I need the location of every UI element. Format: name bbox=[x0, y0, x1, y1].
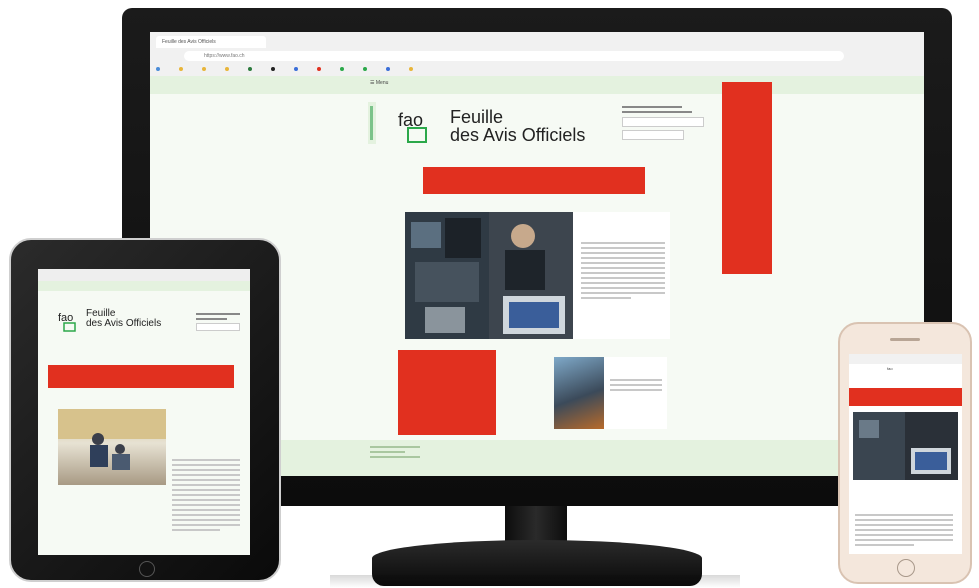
secondary-article-photo bbox=[554, 357, 604, 429]
tablet-article-excerpt bbox=[172, 459, 240, 534]
bookmark-item[interactable] bbox=[409, 65, 416, 73]
secondary-article-card[interactable] bbox=[554, 357, 667, 429]
people-photo-icon bbox=[58, 409, 166, 470]
phone-browser-bar bbox=[849, 354, 962, 364]
hamburger-icon: ☰ bbox=[370, 80, 375, 86]
red-banner bbox=[849, 388, 962, 406]
featured-article-card[interactable] bbox=[405, 212, 670, 339]
secondary-article-excerpt bbox=[610, 379, 662, 394]
site-title: Feuille des Avis Officiels bbox=[450, 108, 585, 144]
fao-logo-icon: fao bbox=[58, 312, 76, 332]
phone-speaker bbox=[890, 338, 920, 341]
phone-article-photo bbox=[853, 412, 958, 480]
article-excerpt bbox=[581, 242, 665, 302]
bookmark-item[interactable] bbox=[271, 65, 278, 73]
search-input[interactable] bbox=[196, 323, 240, 331]
phone-logo: fao bbox=[887, 366, 893, 371]
fao-logo-icon: fao bbox=[398, 110, 427, 143]
menu-button[interactable]: ☰ Menu bbox=[370, 80, 388, 86]
phone-screen: fao bbox=[849, 354, 962, 554]
browser-address-bar[interactable]: https://www.fao.ch bbox=[184, 51, 844, 61]
bookmark-item[interactable] bbox=[386, 65, 393, 73]
bookmark-item[interactable] bbox=[340, 65, 347, 73]
bookmark-item[interactable] bbox=[317, 65, 324, 73]
search-panel bbox=[622, 106, 704, 140]
tablet-device: fao Feuille des Avis Officiels bbox=[9, 238, 281, 582]
tablet-site-title: Feuille des Avis Officiels bbox=[86, 309, 161, 329]
search-input[interactable] bbox=[622, 117, 704, 127]
tablet-screen: fao Feuille des Avis Officiels bbox=[38, 269, 250, 555]
floor-reflection bbox=[330, 575, 740, 588]
bookmark-item[interactable] bbox=[156, 65, 163, 73]
bookmark-item[interactable] bbox=[225, 65, 232, 73]
tablet-search-panel bbox=[196, 313, 240, 331]
site-title-line2: des Avis Officiels bbox=[450, 125, 586, 145]
browser-tab[interactable]: Feuille des Avis Officiels bbox=[156, 36, 266, 48]
side-stripe-graphic bbox=[368, 102, 376, 144]
red-banner bbox=[423, 167, 645, 194]
menu-label: Menu bbox=[375, 80, 389, 86]
bookmark-item[interactable] bbox=[248, 65, 255, 73]
tablet-home-button[interactable] bbox=[139, 561, 155, 577]
bookmark-item[interactable] bbox=[202, 65, 209, 73]
phone-home-button[interactable] bbox=[897, 559, 915, 577]
site-title-line1: Feuille bbox=[450, 107, 504, 127]
red-ad-block bbox=[398, 350, 496, 435]
phone-article-excerpt bbox=[855, 514, 953, 549]
bookmark-item[interactable] bbox=[294, 65, 301, 73]
red-side-banner bbox=[722, 82, 772, 274]
phone-device: fao bbox=[838, 322, 972, 584]
footer-links bbox=[370, 446, 420, 461]
search-input[interactable] bbox=[622, 130, 684, 140]
bookmark-item[interactable] bbox=[179, 65, 186, 73]
bookmark-item[interactable] bbox=[363, 65, 370, 73]
site-title-line2: des Avis Officiels bbox=[86, 318, 162, 329]
tablet-article-photo bbox=[58, 409, 166, 485]
bookmarks-bar bbox=[156, 65, 896, 73]
tablet-site-nav bbox=[38, 281, 250, 291]
site-nav: ☰ Menu bbox=[150, 76, 924, 94]
svg-text:fao: fao bbox=[58, 312, 73, 324]
browser-toolbar: Feuille des Avis Officiels https://www.f… bbox=[150, 32, 924, 77]
red-banner bbox=[48, 365, 234, 388]
tablet-browser-bar bbox=[38, 269, 250, 281]
featured-photo bbox=[405, 212, 573, 339]
